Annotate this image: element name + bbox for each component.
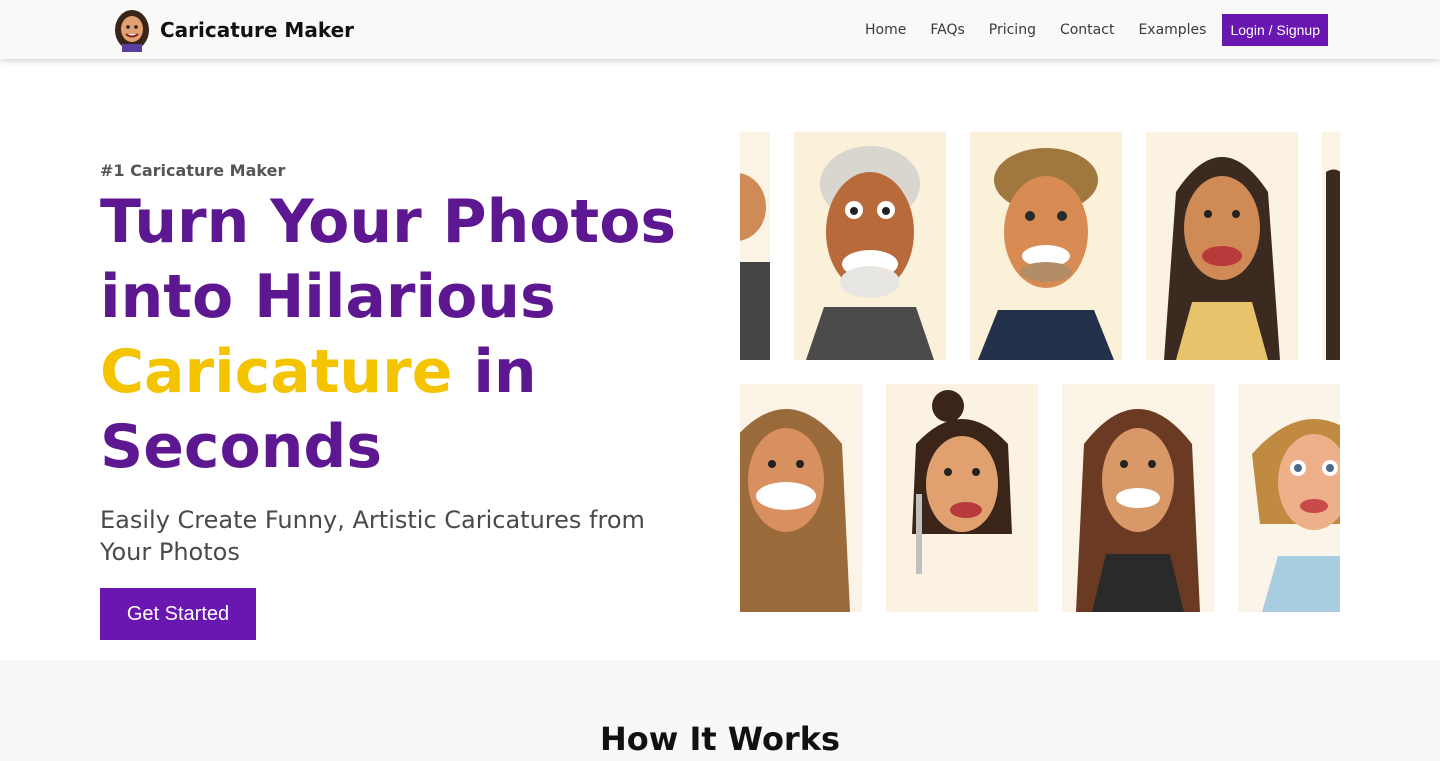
- how-it-works-title: How It Works: [599, 720, 841, 758]
- caricature-image-older-man: [794, 132, 946, 360]
- how-it-works-section: How It Works: [0, 660, 1440, 761]
- caricature-image-partial-left: [740, 132, 770, 360]
- headline-highlight: Caricature: [100, 337, 453, 407]
- brand[interactable]: Caricature Maker: [112, 8, 354, 52]
- caricature-image-bun-hair-woman: [886, 384, 1038, 612]
- caricature-image-partial-right: [1322, 132, 1340, 360]
- caricature-gallery: [740, 130, 1340, 614]
- nav-pricing-link[interactable]: Pricing: [989, 22, 1036, 38]
- hero-headline: Turn Your Photos into Hilarious Caricatu…: [100, 185, 700, 485]
- nav-faqs-link[interactable]: FAQs: [930, 22, 964, 38]
- caricature-image-brown-hair-woman: [1062, 384, 1214, 612]
- get-started-button[interactable]: Get Started: [100, 588, 256, 640]
- headline-part1: Turn Your Photos into Hilarious: [100, 187, 677, 332]
- nav-links: Home FAQs Pricing Contact Examples Login…: [865, 14, 1328, 46]
- caricature-image-blond-man: [970, 132, 1122, 360]
- caricature-image-blonde-bob-woman: [1238, 384, 1340, 612]
- nav-home-link[interactable]: Home: [865, 22, 906, 38]
- brand-name: Caricature Maker: [160, 18, 355, 42]
- hero-kicker: #1 Caricature Maker: [100, 161, 286, 180]
- hero-subheading: Easily Create Funny, Artistic Caricature…: [100, 506, 645, 566]
- caricature-image-wavy-hair-woman: [740, 384, 862, 612]
- navbar: Caricature Maker Home FAQs Pricing Conta…: [0, 0, 1440, 59]
- logo-avatar-icon: [115, 10, 149, 52]
- nav-contact-link[interactable]: Contact: [1060, 22, 1114, 38]
- caricature-image-dark-hair-woman: [1146, 132, 1298, 360]
- nav-examples-link[interactable]: Examples: [1138, 22, 1206, 38]
- login-signup-button[interactable]: Login / Signup: [1222, 14, 1328, 46]
